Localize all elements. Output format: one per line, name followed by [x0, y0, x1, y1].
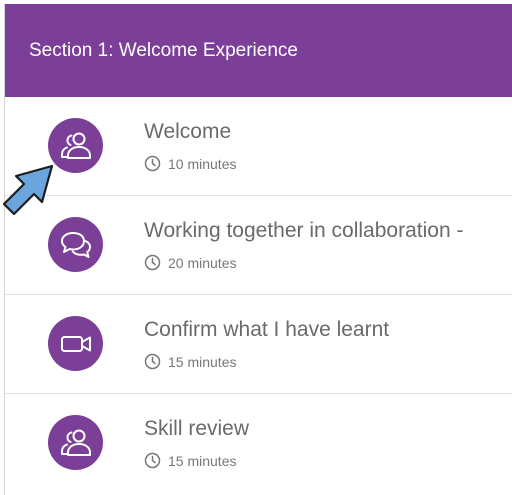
clock-icon [144, 353, 161, 370]
lesson-item-working-together[interactable]: Working together in collaboration - 20 m… [5, 196, 512, 295]
clock-icon [144, 452, 161, 469]
duration-text: 20 minutes [168, 254, 237, 271]
clock-icon [144, 254, 161, 271]
people-icon [48, 415, 103, 470]
lesson-title: Welcome [144, 120, 232, 143]
section-title: Section 1: Welcome Experience [29, 39, 298, 61]
lesson-title: Confirm what I have learnt [144, 318, 390, 341]
lesson-title: Skill review [144, 417, 250, 440]
pointer-arrow-icon [2, 164, 54, 216]
lesson-duration: 15 minutes [144, 353, 236, 370]
lesson-title: Working together in collaboration - [144, 219, 464, 242]
clock-icon [144, 155, 161, 172]
lesson-item-welcome[interactable]: Welcome 10 minutes [5, 97, 512, 196]
duration-text: 15 minutes [168, 452, 237, 469]
lesson-list: Welcome 10 minutes Working together in c… [5, 97, 512, 493]
course-section-panel: Section 1: Welcome Experience Welcome 10… [4, 4, 512, 495]
duration-text: 10 minutes [168, 155, 237, 172]
duration-text: 15 minutes [168, 353, 237, 370]
lesson-duration: 20 minutes [144, 254, 236, 271]
lesson-duration: 10 minutes [144, 155, 236, 172]
chat-bubbles-icon [48, 217, 103, 272]
lesson-item-confirm-learnt[interactable]: Confirm what I have learnt 15 minutes [5, 295, 512, 394]
lesson-item-skill-review[interactable]: Skill review 15 minutes [5, 394, 512, 493]
section-header[interactable]: Section 1: Welcome Experience [5, 4, 512, 97]
lesson-duration: 15 minutes [144, 452, 236, 469]
video-camera-icon [48, 316, 103, 371]
